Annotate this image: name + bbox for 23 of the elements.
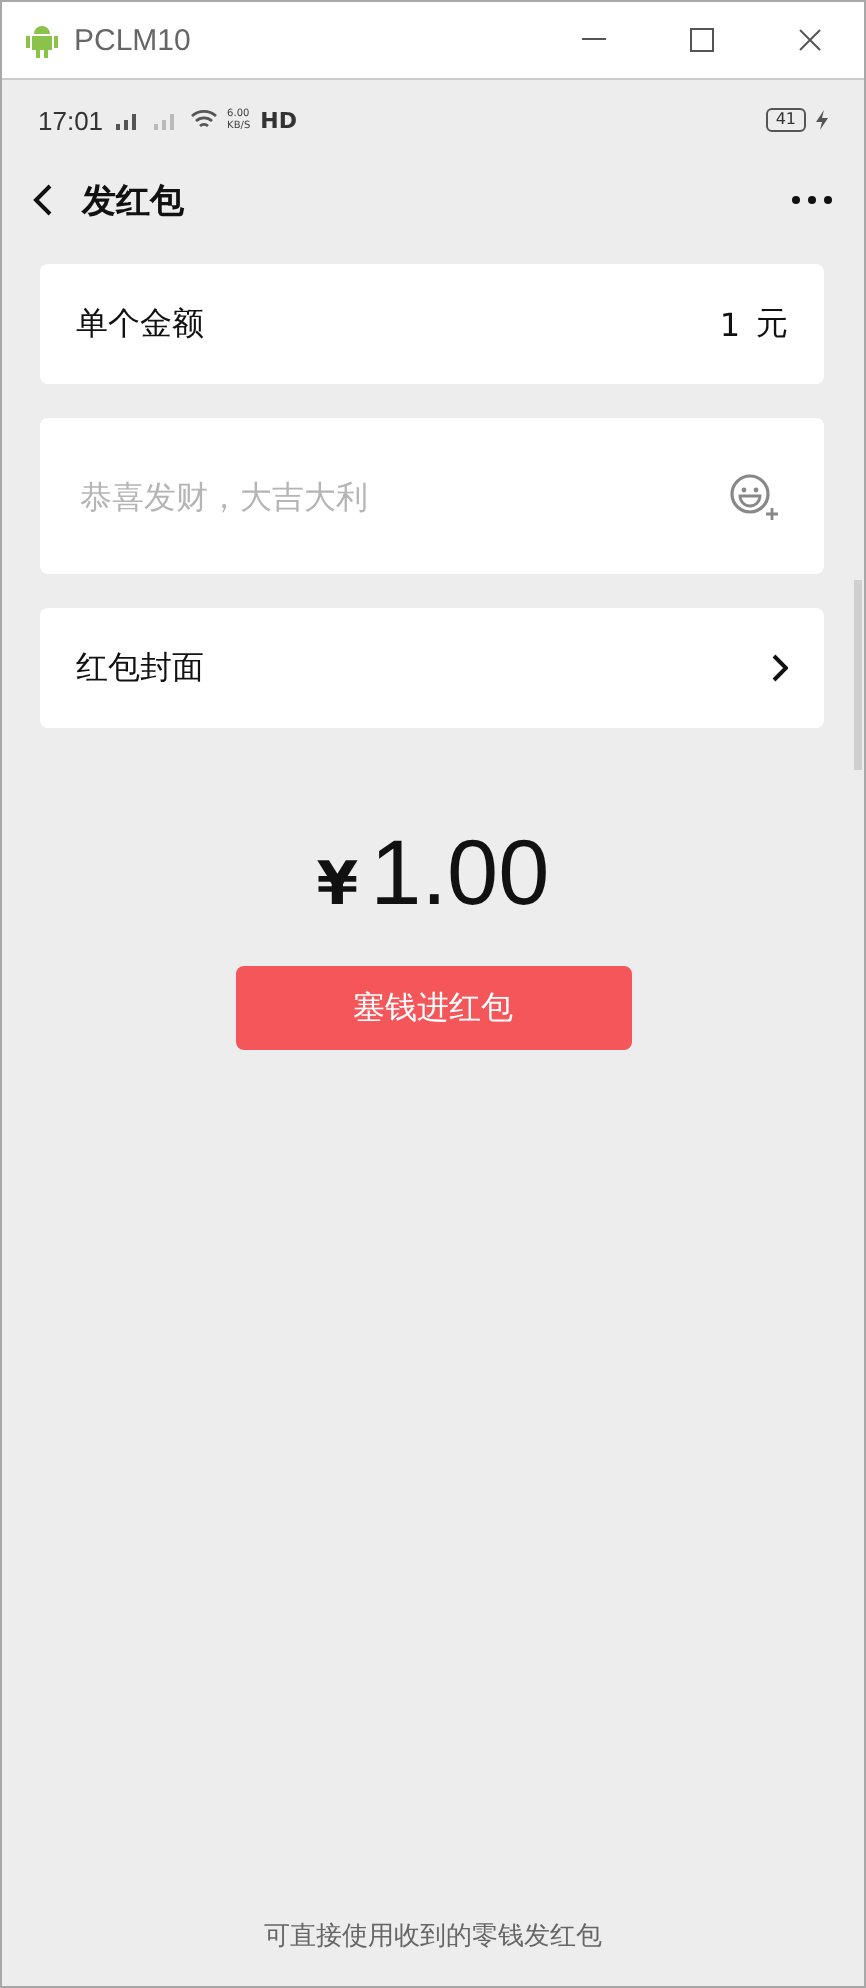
page-title: 发红包 bbox=[82, 179, 186, 223]
minimize-icon bbox=[582, 38, 606, 42]
footer-note: 可直接使用收到的零钱发红包 bbox=[264, 1920, 602, 1954]
hd-indicator: HD bbox=[260, 107, 297, 133]
more-button[interactable] bbox=[788, 192, 836, 208]
android-icon bbox=[26, 22, 58, 58]
chevron-icon bbox=[772, 654, 788, 682]
amount-value: 1 bbox=[719, 305, 740, 343]
close-icon bbox=[798, 28, 822, 52]
amount-unit: 元 bbox=[756, 303, 788, 345]
cover-row[interactable]: 红包封面 bbox=[40, 608, 824, 728]
message-field[interactable]: 恭喜发财，大吉大利 bbox=[76, 475, 724, 517]
total-amount: 1.00 bbox=[370, 818, 550, 926]
maximize-icon bbox=[690, 28, 714, 52]
status-time: 17:01 bbox=[38, 105, 104, 135]
battery-level: 41 bbox=[765, 108, 806, 132]
window-title: PCLM10 bbox=[74, 23, 193, 57]
cover-label: 红包封面 bbox=[76, 647, 206, 689]
signal-icon bbox=[113, 110, 142, 130]
signal-icon bbox=[151, 110, 180, 130]
currency-symbol: ¥ bbox=[316, 850, 359, 920]
wifi-icon bbox=[189, 110, 218, 130]
amount-label: 单个金额 bbox=[76, 303, 206, 345]
